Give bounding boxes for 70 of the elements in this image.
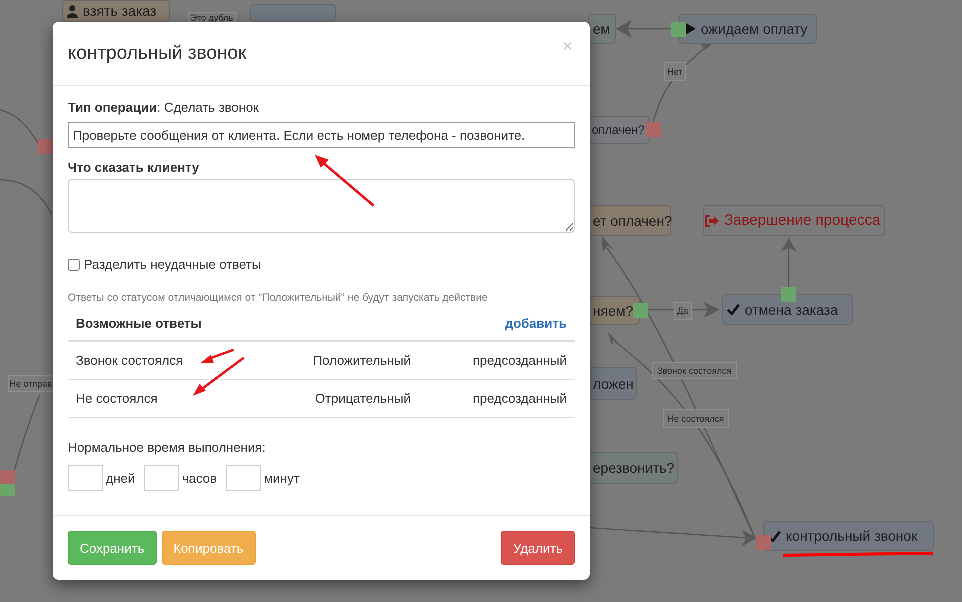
node-label: оплачен? bbox=[592, 123, 645, 137]
diagram-node[interactable]: ем bbox=[588, 14, 616, 44]
dialog-title: контрольный звонок bbox=[68, 42, 247, 64]
checkbox-label: Разделить неудачные ответы bbox=[84, 257, 262, 272]
diagram-node[interactable]: ожидаем оплату bbox=[679, 14, 817, 44]
table-cell-text: Положительный bbox=[312, 353, 411, 368]
operation-type: Тип операции: Сделать звонок bbox=[68, 100, 260, 115]
table-heading: Возможные ответы bbox=[76, 316, 202, 331]
node-label: Завершение процесса bbox=[724, 212, 881, 229]
hint-text: Ответы со статусом отличающимся от "Положительный" не будут запускать действие bbox=[68, 292, 489, 304]
node-label: няем? bbox=[593, 302, 634, 318]
table-cell-text: Отрицательный bbox=[314, 391, 411, 406]
table-cell-text: предсозданный bbox=[472, 391, 567, 406]
connector-arrow bbox=[781, 238, 797, 287]
edge-label: Не отправ bbox=[8, 375, 54, 392]
message-field[interactable] bbox=[68, 179, 575, 233]
node-label: ложен bbox=[593, 376, 634, 392]
person-icon bbox=[67, 4, 78, 18]
node-label: ожидаем оплату bbox=[701, 21, 808, 37]
edge-label: Звонок состоялся bbox=[652, 362, 737, 379]
port-square[interactable] bbox=[0, 470, 15, 485]
unit-label: часов bbox=[182, 470, 218, 486]
node-label: контрольный звонок bbox=[786, 528, 918, 544]
exit-icon bbox=[705, 214, 720, 226]
diagram-node[interactable]: ерезвонить? bbox=[588, 452, 678, 484]
node-label: взять заказ bbox=[83, 3, 157, 19]
node-label: ем bbox=[593, 21, 610, 37]
port-square[interactable] bbox=[671, 22, 686, 37]
connector-arrow bbox=[616, 20, 671, 38]
connector-line bbox=[0, 179, 53, 216]
unit-label: дней bbox=[106, 470, 136, 486]
number-field[interactable] bbox=[68, 465, 103, 491]
action-button[interactable]: Сохранить bbox=[68, 531, 157, 565]
action-button[interactable]: Удалить bbox=[501, 531, 575, 565]
node-label: ет оплачен? bbox=[593, 212, 672, 228]
port-square[interactable] bbox=[646, 122, 661, 137]
port-square[interactable] bbox=[781, 287, 796, 302]
diagram-node[interactable]: отмена заказа bbox=[722, 294, 853, 325]
check-icon bbox=[768, 530, 781, 542]
diagram-node[interactable]: оплачен? bbox=[588, 116, 650, 144]
diagram-node[interactable]: взять заказ bbox=[62, 0, 170, 22]
instruction-field[interactable]: Проверьте сообщения от клиента. Если есть номер телефона - позвоните. bbox=[68, 122, 575, 148]
node-label: ерезвонить? bbox=[593, 460, 675, 476]
port-square[interactable] bbox=[756, 535, 771, 550]
table-cell: Не состоялся bbox=[76, 391, 158, 406]
add-link[interactable]: добавить bbox=[505, 316, 567, 331]
unit-label: минут bbox=[264, 470, 300, 486]
node-label: отмена заказа bbox=[745, 302, 838, 318]
diagram-node[interactable]: ет оплачен? bbox=[588, 205, 671, 236]
port-square[interactable] bbox=[38, 139, 53, 154]
duration-label: Нормальное время выполнения: bbox=[68, 440, 267, 455]
edge-label: Не состоялся bbox=[663, 409, 729, 428]
diagram-node[interactable] bbox=[250, 4, 336, 22]
connector-line bbox=[0, 109, 40, 146]
check-icon bbox=[727, 304, 740, 315]
port-square[interactable] bbox=[0, 484, 15, 496]
number-field[interactable] bbox=[144, 465, 180, 491]
number-field[interactable] bbox=[226, 465, 262, 491]
table-cell-text: предсозданный bbox=[472, 353, 567, 368]
edge-label: Да bbox=[674, 302, 692, 320]
action-button[interactable]: Копировать bbox=[162, 531, 256, 565]
table-cell: Звонок состоялся bbox=[76, 353, 184, 368]
edge-label: Нет bbox=[664, 62, 686, 81]
diagram-node[interactable]: контрольный звонок bbox=[763, 521, 934, 551]
annotation-arrow bbox=[315, 155, 375, 207]
port-square[interactable] bbox=[633, 303, 648, 318]
diagram-node[interactable]: Завершение процесса bbox=[703, 205, 885, 236]
diagram-node[interactable]: ложен bbox=[588, 367, 637, 400]
checkbox[interactable] bbox=[68, 258, 80, 270]
field-label: Что сказать клиенту bbox=[68, 160, 200, 175]
